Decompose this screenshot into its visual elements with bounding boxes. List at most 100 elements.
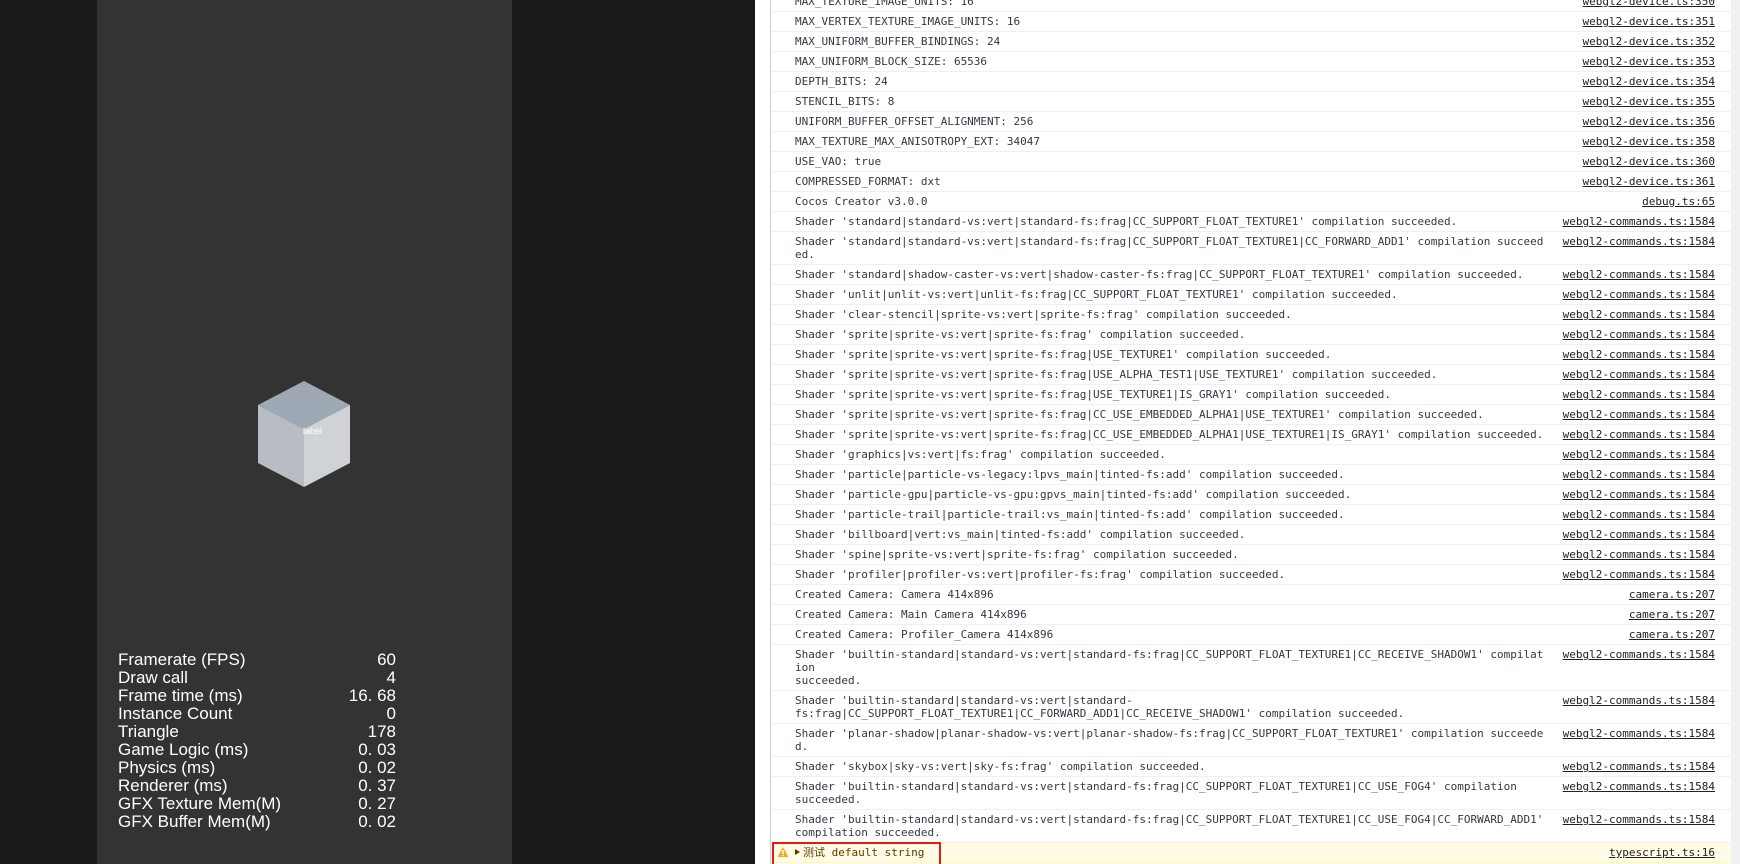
console-message-text: Shader 'sprite|sprite-vs:vert|sprite-fs:… [795,408,1484,421]
console-message-text: Shader 'particle-gpu|particle-vs-gpu:gpv… [795,488,1352,501]
profiler-label: Framerate (FPS) [118,650,246,669]
console-message-text: MAX_VERTEX_TEXTURE_IMAGE_UNITS: 16 [795,15,1021,28]
console-source-link[interactable]: typescript.ts:16 [1609,846,1715,859]
console-source-link[interactable]: webgl2-commands.ts:1584 [1563,215,1715,228]
console-source-link[interactable]: webgl2-commands.ts:1584 [1563,548,1715,561]
console-source-link[interactable]: webgl2-commands.ts:1584 [1563,408,1715,421]
console-message: Shader 'sprite|sprite-vs:vert|sprite-fs:… [772,345,1731,365]
console-source-link[interactable]: webgl2-commands.ts:1584 [1563,568,1715,581]
console-source-link[interactable]: webgl2-commands.ts:1584 [1563,368,1715,381]
console-message: Shader 'billboard|vert:vs_main|tinted-fs… [772,525,1731,545]
console-message: MAX_VERTEX_TEXTURE_IMAGE_UNITS: 16 webgl2… [772,12,1731,32]
console-source-link[interactable]: webgl2-device.ts:358 [1583,135,1715,148]
profiler-value: 0. 03 [358,740,396,759]
console-message: Shader 'standard|shadow-caster-vs:vert|s… [772,265,1731,285]
console-source-link[interactable]: webgl2-commands.ts:1584 [1563,428,1715,441]
console-message-text: Shader 'graphics|vs:vert|fs:frag' compil… [795,448,1166,461]
console-source-link[interactable]: webgl2-commands.ts:1584 [1563,235,1715,248]
console-source-link[interactable]: webgl2-commands.ts:1584 [1563,288,1715,301]
profiler-row: Instance Count 0 [118,705,396,723]
console-message-text: Shader 'billboard|vert:vs_main|tinted-fs… [795,528,1246,541]
console-message: Shader 'unlit|unlit-vs:vert|unlit-fs:fra… [772,285,1731,305]
console-source-link[interactable]: webgl2-device.ts:354 [1583,75,1715,88]
console-source-link[interactable]: webgl2-commands.ts:1584 [1563,388,1715,401]
console-message: MAX_TEXTURE_IMAGE_UNITS: 16 webgl2-device… [772,0,1731,12]
console-message-text: Shader 'sprite|sprite-vs:vert|sprite-fs:… [795,428,1544,441]
console-source-link[interactable]: camera.ts:207 [1629,628,1715,641]
console-message: Created Camera: Profiler_Camera 414x896 c… [772,625,1731,645]
warning-label: 测试 [803,846,825,859]
console-scrollbar[interactable] [1731,0,1740,864]
console-message: Shader 'standard|standard-vs:vert|standa… [772,232,1731,265]
console-source-link[interactable]: webgl2-device.ts:360 [1583,155,1715,168]
console-message: MAX_UNIFORM_BUFFER_BINDINGS: 24 webgl2-de… [772,32,1731,52]
console-message: DEPTH_BITS: 24 webgl2-device.ts:354 [772,72,1731,92]
expand-triangle-icon[interactable] [795,849,800,855]
profiler-row: Framerate (FPS) 60 [118,651,396,669]
console-message-text: Shader 'clear-stencil|sprite-vs:vert|spr… [795,308,1292,321]
console-source-link[interactable]: webgl2-commands.ts:1584 [1563,268,1715,281]
console-source-link[interactable]: webgl2-commands.ts:1584 [1563,468,1715,481]
console-message-text: STENCIL_BITS: 8 [795,95,895,108]
console-source-link[interactable]: webgl2-commands.ts:1584 [1563,508,1715,521]
console-source-link[interactable]: webgl2-commands.ts:1584 [1563,348,1715,361]
console-message-text: Shader 'skybox|sky-vs:vert|sky-fs:frag' … [795,760,1206,773]
console-source-link[interactable]: webgl2-device.ts:355 [1583,95,1715,108]
console-message-text: Shader 'sprite|sprite-vs:vert|sprite-fs:… [795,368,1438,381]
console-source-link[interactable]: webgl2-device.ts:352 [1583,35,1715,48]
console-message: Shader 'builtin-standard|standard-vs:ver… [772,691,1731,724]
console-message: Shader 'builtin-standard|standard-vs:ver… [772,645,1731,691]
game-preview: label Framerate (FPS) 60 Draw call 4 Frame t… [0,0,755,864]
console-source-link[interactable]: webgl2-commands.ts:1584 [1563,488,1715,501]
console-message-text: Created Camera: Main Camera 414x896 [795,608,1027,621]
console-message: Shader 'builtin-standard|standard-vs:ver… [772,777,1731,810]
console-message: Shader 'standard|standard-vs:vert|standa… [772,212,1731,232]
console-message: USE_VAO: true webgl2-device.ts:360 [772,152,1731,172]
console-source-link[interactable]: webgl2-device.ts:356 [1583,115,1715,128]
profiler-label: Triangle [118,722,179,741]
profiler-label: Game Logic (ms) [118,740,249,759]
console-message: Shader 'particle-gpu|particle-vs-gpu:gpv… [772,485,1731,505]
console-warning[interactable]: 测试 default string typescript.ts:16 [772,843,1731,863]
console-source-link[interactable]: debug.ts:65 [1642,195,1715,208]
console-message: Created Camera: Camera 414x896 camera.ts:… [772,585,1731,605]
console-source-link[interactable]: webgl2-commands.ts:1584 [1563,528,1715,541]
console-message: Shader 'graphics|vs:vert|fs:frag' compil… [772,445,1731,465]
console-source-link[interactable]: webgl2-commands.ts:1584 [1563,648,1715,661]
console-message-text: MAX_TEXTURE_IMAGE_UNITS: 16 [795,0,974,8]
console-source-link[interactable]: webgl2-device.ts:350 [1583,0,1715,8]
console-message: Shader 'planar-shadow|planar-shadow-vs:v… [772,724,1731,757]
console-source-link[interactable]: webgl2-commands.ts:1584 [1563,727,1715,740]
console-message-text: Cocos Creator v3.0.0 [795,195,928,208]
profiler-value: 0 [386,704,396,723]
console-message-text: Shader 'standard|standard-vs:vert|standa… [795,235,1544,261]
profiler-row: Triangle 178 [118,723,396,741]
console-source-link[interactable]: webgl2-commands.ts:1584 [1563,780,1715,793]
console-source-link[interactable]: webgl2-commands.ts:1584 [1563,694,1715,707]
profiler-label: Draw call [118,668,188,687]
console-source-link[interactable]: webgl2-commands.ts:1584 [1563,813,1715,826]
console-source-link[interactable]: webgl2-device.ts:351 [1583,15,1715,28]
console-message-text: Shader 'builtin-standard|standard-vs:ver… [795,813,1544,839]
console-message: Shader 'clear-stencil|sprite-vs:vert|spr… [772,305,1731,325]
profiler-row: GFX Texture Mem(M) 0. 27 [118,795,396,813]
console-message: Shader 'sprite|sprite-vs:vert|sprite-fs:… [772,385,1731,405]
console-source-link[interactable]: camera.ts:207 [1629,588,1715,601]
console-message: Shader 'particle-trail|particle-trail:vs… [772,505,1731,525]
warning-value: default string [831,846,925,859]
console-source-link[interactable]: camera.ts:207 [1629,608,1715,621]
console-message-text: Shader 'sprite|sprite-vs:vert|sprite-fs:… [795,388,1392,401]
console-message: Shader 'sprite|sprite-vs:vert|sprite-fs:… [772,365,1731,385]
console-message: Shader 'spine|sprite-vs:vert|sprite-fs:f… [772,545,1731,565]
console-warning-text: 测试 default string [795,846,1609,859]
console-source-link[interactable]: webgl2-commands.ts:1584 [1563,328,1715,341]
console-source-link[interactable]: webgl2-commands.ts:1584 [1563,308,1715,321]
console-message-text: Shader 'unlit|unlit-vs:vert|unlit-fs:fra… [795,288,1398,301]
console-source-link[interactable]: webgl2-commands.ts:1584 [1563,448,1715,461]
console-message: Shader 'profiler|profiler-vs:vert|profil… [772,565,1731,585]
console-message: STENCIL_BITS: 8 webgl2-device.ts:355 [772,92,1731,112]
console-source-link[interactable]: webgl2-device.ts:353 [1583,55,1715,68]
console-message-text: Shader 'builtin-standard|standard-vs:ver… [795,780,1517,806]
console-source-link[interactable]: webgl2-commands.ts:1584 [1563,760,1715,773]
console-source-link[interactable]: webgl2-device.ts:361 [1583,175,1715,188]
